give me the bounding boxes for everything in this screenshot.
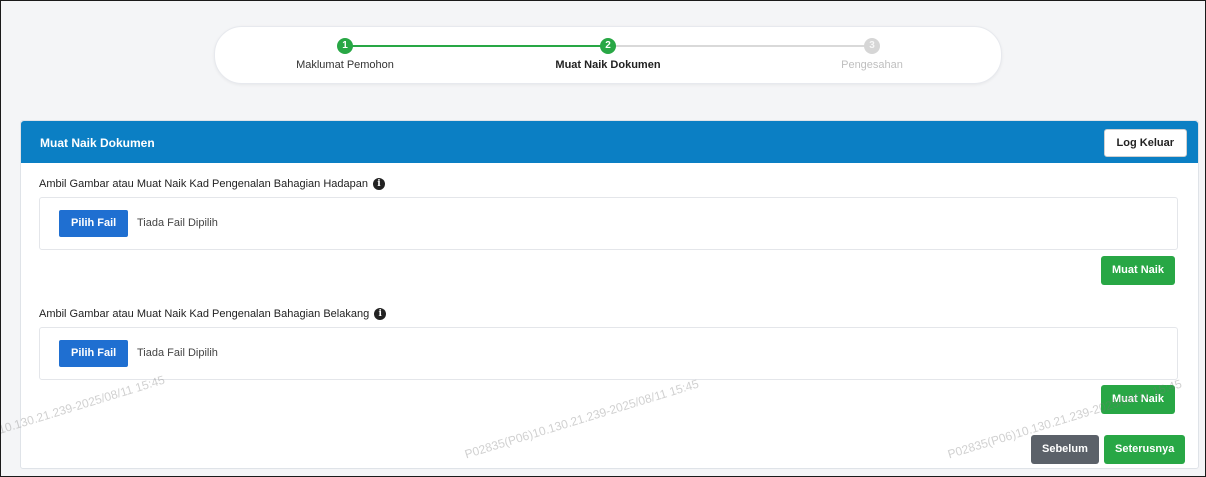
file-status-text: Tiada Fail Dipilih: [137, 217, 218, 229]
step-2-label: Muat Naik Dokumen: [555, 59, 661, 71]
step-1-indicator: 1: [337, 38, 353, 54]
info-icon[interactable]: i: [373, 178, 385, 190]
upload-card: Muat Naik Dokumen Log Keluar Ambil Gamba…: [20, 120, 1199, 469]
step-muat-naik-dokumen: 2 Muat Naik Dokumen: [508, 38, 708, 71]
step-2-indicator: 2: [600, 38, 616, 54]
step-1-label: Maklumat Pemohon: [296, 59, 394, 71]
step-3-indicator: 3: [864, 38, 880, 54]
choose-file-button[interactable]: Pilih Fail: [59, 340, 129, 367]
front-ic-section-label: Ambil Gambar atau Muat Naik Kad Pengenal…: [39, 178, 385, 190]
next-button[interactable]: Seterusnya: [1104, 435, 1186, 464]
front-ic-file-input: Pilih Fail Tiada Fail Dipilih: [39, 197, 1178, 250]
back-ic-label-text: Ambil Gambar atau Muat Naik Kad Pengenal…: [39, 308, 370, 320]
previous-button[interactable]: Sebelum: [1031, 435, 1099, 464]
front-ic-label-text: Ambil Gambar atau Muat Naik Kad Pengenal…: [39, 178, 368, 190]
upload-back-button[interactable]: Muat Naik: [1101, 385, 1175, 414]
page-frame: 1 Maklumat Pemohon 2 Muat Naik Dokumen 3…: [0, 0, 1206, 477]
upload-front-button[interactable]: Muat Naik: [1101, 256, 1175, 285]
choose-file-button[interactable]: Pilih Fail: [59, 210, 129, 237]
card-title: Muat Naik Dokumen: [40, 136, 155, 150]
info-icon[interactable]: i: [374, 308, 387, 320]
step-3-label: Pengesahan: [841, 59, 903, 71]
logout-button[interactable]: Log Keluar: [1103, 129, 1187, 157]
step-maklumat-pemohon: 1 Maklumat Pemohon: [245, 38, 445, 71]
card-header: Muat Naik Dokumen Log Keluar: [21, 121, 1198, 163]
file-status-text: Tiada Fail Dipilih: [137, 347, 218, 359]
step-pengesahan: 3 Pengesahan: [772, 38, 972, 71]
back-ic-section-label: Ambil Gambar atau Muat Naik Kad Pengenal…: [39, 308, 387, 320]
back-ic-file-input: Pilih Fail Tiada Fail Dipilih: [39, 327, 1178, 380]
